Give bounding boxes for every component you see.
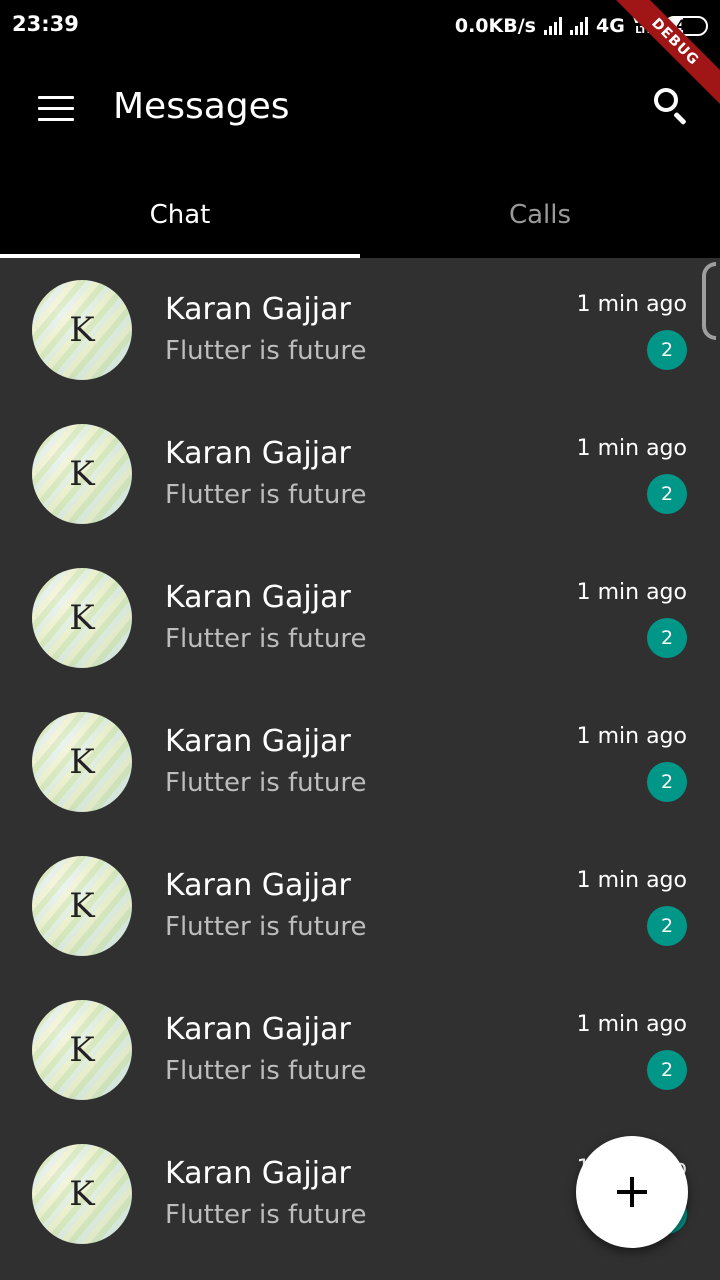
status-bar: 23:39 0.0KB/s 4G Vo)) LTE 42	[0, 0, 720, 52]
last-message: Flutter is future	[165, 1200, 367, 1230]
page-title: Messages	[113, 86, 290, 127]
last-message: Flutter is future	[165, 1056, 367, 1086]
message-time: 1 min ago	[576, 580, 687, 605]
contact-name: Karan Gajjar	[165, 1156, 351, 1191]
chat-list-item[interactable]: K Karan Gajjar Flutter is future 1 min ago 2	[0, 258, 720, 402]
app-bar: Messages Chat Calls	[0, 52, 720, 258]
chat-list-item[interactable]: K Karan Gajjar Flutter is future 1 min ago 2	[0, 834, 720, 978]
new-chat-button[interactable]	[576, 1136, 688, 1248]
chat-list-item[interactable]: K Karan Gajjar Flutter is future 1 min ago 2	[0, 690, 720, 834]
last-message: Flutter is future	[165, 480, 367, 510]
message-time: 1 min ago	[576, 1012, 687, 1037]
avatar-initial: K	[69, 310, 95, 350]
status-time: 23:39	[12, 12, 79, 36]
avatar-initial: K	[69, 1174, 95, 1214]
avatar[interactable]: K	[32, 424, 132, 524]
message-time: 1 min ago	[576, 436, 687, 461]
message-time: 1 min ago	[576, 292, 687, 317]
contact-name: Karan Gajjar	[165, 868, 351, 903]
menu-icon[interactable]	[38, 96, 74, 122]
avatar[interactable]: K	[32, 856, 132, 956]
last-message: Flutter is future	[165, 336, 367, 366]
last-message: Flutter is future	[165, 912, 367, 942]
last-message: Flutter is future	[165, 768, 367, 798]
message-time: 1 min ago	[576, 724, 687, 749]
avatar[interactable]: K	[32, 568, 132, 668]
network-speed: 0.0KB/s	[454, 15, 536, 37]
chat-list-item[interactable]: K Karan Gajjar Flutter is future 1 min ago 2	[0, 402, 720, 546]
avatar-initial: K	[69, 454, 95, 494]
chat-list[interactable]: K Karan Gajjar Flutter is future 1 min ago 2…	[0, 258, 720, 1280]
tab-bar: Chat Calls	[0, 172, 720, 258]
contact-name: Karan Gajjar	[165, 292, 351, 327]
scrollbar[interactable]	[702, 262, 716, 340]
chat-list-item[interactable]: K Karan Gajjar Flutter is future 1 min ago 2	[0, 978, 720, 1122]
message-time: 1 min ago	[576, 868, 687, 893]
last-message: Flutter is future	[165, 624, 367, 654]
signal-icon-2	[569, 17, 588, 35]
tab-calls[interactable]: Calls	[360, 172, 720, 258]
network-type: 4G	[595, 15, 625, 37]
unread-badge: 2	[647, 906, 687, 946]
avatar-initial: K	[69, 886, 95, 926]
avatar-initial: K	[69, 598, 95, 638]
unread-badge: 2	[647, 330, 687, 370]
unread-badge: 2	[647, 618, 687, 658]
signal-icon	[543, 17, 562, 35]
search-icon[interactable]	[652, 86, 692, 126]
unread-badge: 2	[647, 474, 687, 514]
avatar-initial: K	[69, 1030, 95, 1070]
contact-name: Karan Gajjar	[165, 580, 351, 615]
unread-badge: 2	[647, 1050, 687, 1090]
chat-list-item[interactable]: K Karan Gajjar Flutter is future 1 min ago 2	[0, 546, 720, 690]
contact-name: Karan Gajjar	[165, 724, 351, 759]
avatar[interactable]: K	[32, 712, 132, 812]
contact-name: Karan Gajjar	[165, 1012, 351, 1047]
unread-badge: 2	[647, 762, 687, 802]
avatar[interactable]: K	[32, 1000, 132, 1100]
avatar[interactable]: K	[32, 280, 132, 380]
tab-chat[interactable]: Chat	[0, 172, 360, 258]
avatar-initial: K	[69, 742, 95, 782]
contact-name: Karan Gajjar	[165, 436, 351, 471]
plus-icon	[617, 1177, 647, 1207]
avatar[interactable]: K	[32, 1144, 132, 1244]
